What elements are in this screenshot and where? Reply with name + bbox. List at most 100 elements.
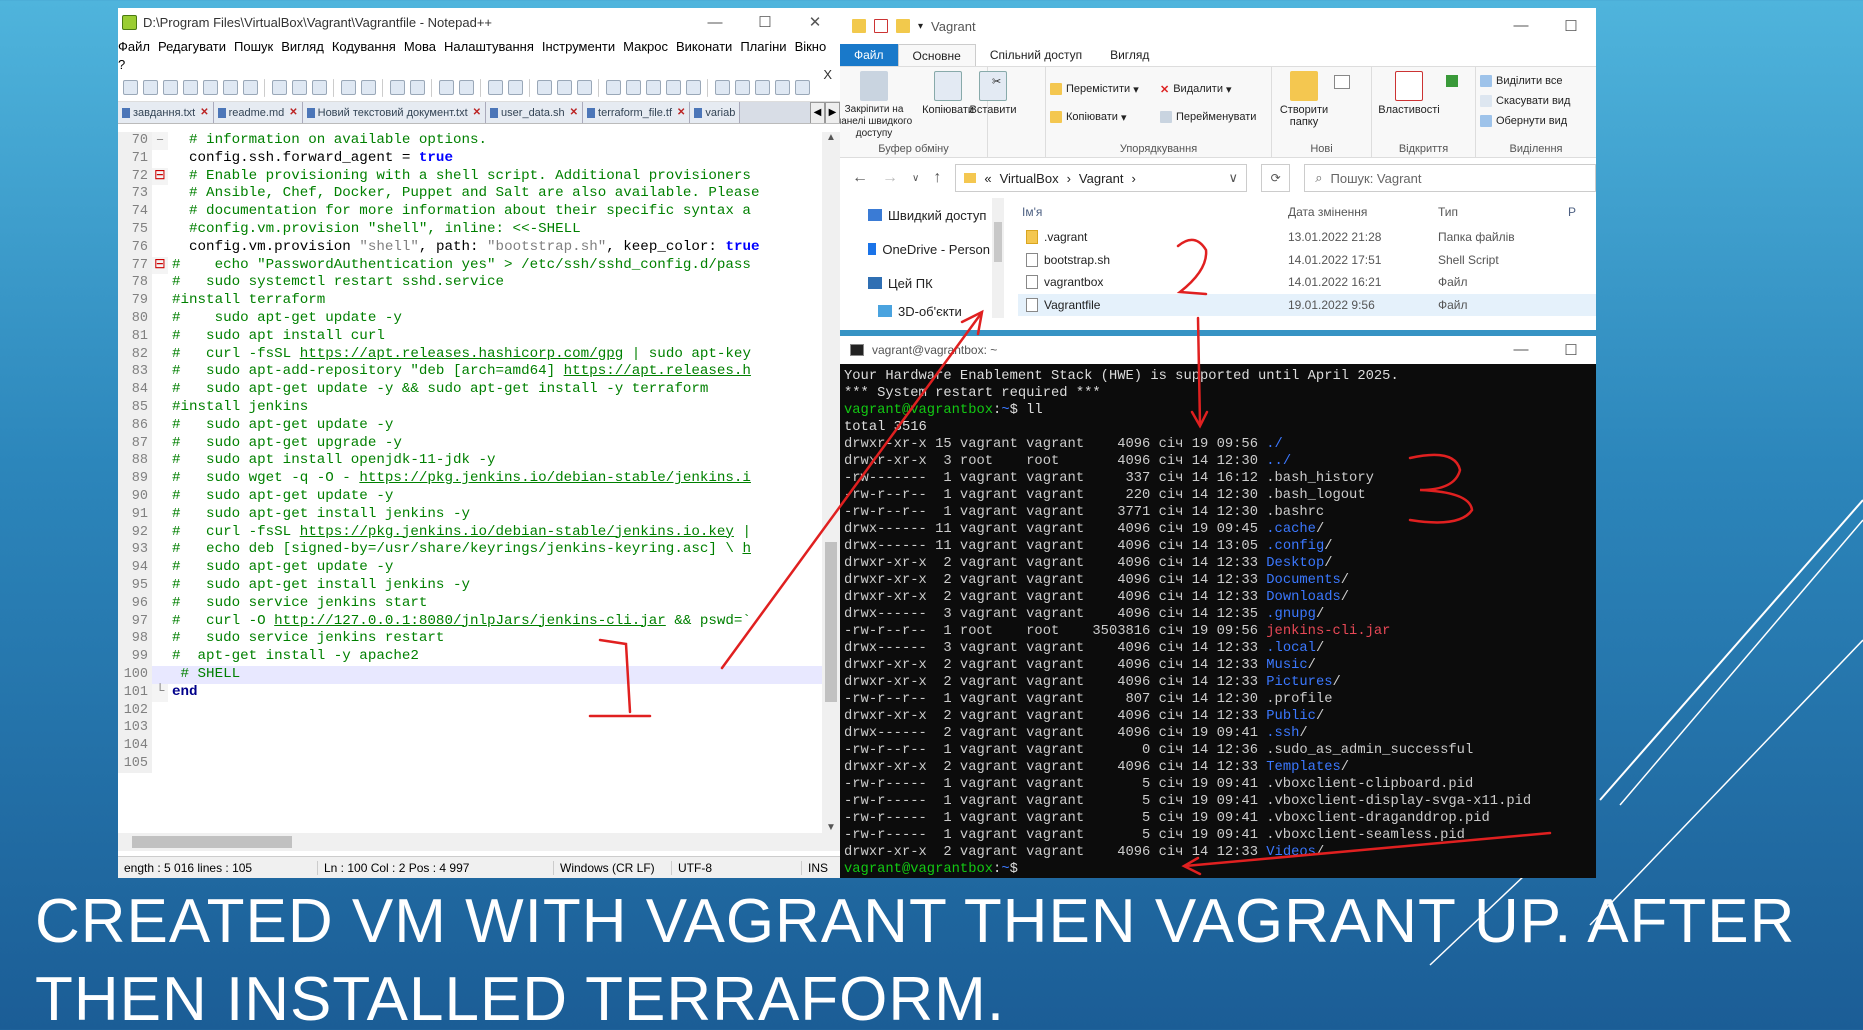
menu-close-button[interactable]: X	[823, 67, 832, 82]
menu-item[interactable]: Вікно	[795, 38, 835, 56]
record-icon[interactable]	[714, 80, 730, 95]
close-all-icon[interactable]	[222, 80, 238, 95]
hscrollbar-thumb[interactable]	[132, 836, 292, 848]
delete-button[interactable]: ✕ Видалити ▾	[1160, 79, 1256, 99]
terminal-maximize-button[interactable]: ☐	[1546, 341, 1596, 359]
find-icon[interactable]	[389, 80, 405, 95]
play-icon[interactable]	[754, 80, 770, 95]
monitor-icon[interactable]	[685, 80, 701, 95]
nav-item[interactable]: Швидкий доступ	[840, 198, 990, 232]
copy-to-button[interactable]: Копіювати ▾	[1050, 107, 1150, 127]
close-icon[interactable]	[202, 80, 218, 95]
zoom-in-icon[interactable]	[438, 80, 454, 95]
invert-selection-button[interactable]: Обернути вид	[1480, 111, 1592, 131]
word-wrap-icon[interactable]	[536, 80, 552, 95]
menu-item[interactable]: Макрос	[623, 38, 676, 56]
column-header[interactable]: Дата змінення	[1288, 205, 1438, 219]
scroll-up-icon[interactable]: ▲	[822, 132, 840, 143]
menu-item[interactable]: Файл	[118, 38, 158, 56]
minimize-button[interactable]: —	[690, 14, 740, 31]
editor-horizontal-scrollbar[interactable]	[118, 833, 840, 851]
fold-marker-icon[interactable]: –	[152, 132, 168, 150]
func-list-icon[interactable]	[645, 80, 661, 95]
breadcrumb-item[interactable]: VirtualBox	[1000, 171, 1059, 186]
tab-file[interactable]: terraform_file.tf ✕	[583, 102, 691, 123]
column-header[interactable]: Р	[1568, 205, 1576, 219]
paste-icon[interactable]	[311, 80, 327, 95]
open-icon[interactable]	[1446, 75, 1458, 87]
print-icon[interactable]	[242, 80, 258, 95]
refresh-button[interactable]: ⟳	[1261, 164, 1291, 192]
pin-quick-access-button[interactable]: Закріпити на панелі швидкого доступу	[840, 71, 912, 140]
menu-item[interactable]: Налаштування	[444, 38, 542, 56]
cut-icon[interactable]: ✂	[992, 71, 1041, 91]
menu-item[interactable]: ?	[118, 56, 133, 74]
tab-scroll-left-icon[interactable]: ◀	[810, 102, 825, 123]
menu-item[interactable]: Плагіни	[740, 38, 794, 56]
tab-file[interactable]: завдання.txt ✕	[118, 102, 214, 123]
fold-marker-icon[interactable]: ⊟	[152, 256, 168, 275]
terminal-output[interactable]: Your Hardware Enablement Stack (HWE) is …	[840, 364, 1596, 878]
column-header[interactable]: Ім'я	[1018, 205, 1288, 219]
copy-button[interactable]: Копіювати	[922, 71, 974, 116]
undo-icon[interactable]	[340, 80, 356, 95]
ribbon-tab[interactable]: Файл	[840, 44, 898, 66]
explorer-maximize-button[interactable]: ☐	[1546, 17, 1596, 35]
ribbon-tab[interactable]: Основне	[897, 44, 976, 66]
udl-icon[interactable]	[605, 80, 621, 95]
recent-dropdown-icon[interactable]: ∨	[912, 173, 919, 184]
search-box[interactable]: ⌕ Пошук: Vagrant	[1304, 164, 1596, 192]
qa-dropdown-icon[interactable]: ▾	[918, 21, 923, 32]
open-file-icon[interactable]	[142, 80, 158, 95]
editor-vertical-scrollbar[interactable]: ▲ ▼	[822, 132, 840, 833]
tab-file[interactable]: readme.md ✕	[213, 102, 303, 123]
menu-item[interactable]: Інструменти	[542, 38, 623, 56]
menu-item[interactable]: Вигляд	[281, 38, 332, 56]
nav-pane-scrollbar[interactable]	[992, 198, 1004, 318]
column-header[interactable]: Тип	[1438, 205, 1568, 219]
new-item-icon[interactable]	[1334, 75, 1350, 89]
save-icon[interactable]	[162, 80, 178, 95]
code-editor[interactable]: 70– # information on available options. 7…	[118, 132, 822, 833]
back-arrow-icon[interactable]: ←	[852, 169, 868, 187]
new-file-icon[interactable]	[122, 80, 138, 95]
scroll-down-icon[interactable]: ▼	[822, 822, 840, 833]
new-folder-icon[interactable]	[896, 19, 910, 33]
nav-item[interactable]: Цей ПК	[840, 266, 990, 300]
all-chars-icon[interactable]	[556, 80, 572, 95]
properties-button[interactable]: Властивості	[1376, 71, 1442, 116]
scrollbar-thumb[interactable]	[825, 542, 837, 702]
replace-icon[interactable]	[409, 80, 425, 95]
breadcrumb-separator[interactable]: ›	[1067, 171, 1071, 186]
redo-icon[interactable]	[360, 80, 376, 95]
ribbon-tab[interactable]: Вигляд	[1096, 44, 1163, 66]
address-dropdown-icon[interactable]: ∨	[1229, 170, 1239, 186]
rename-button[interactable]: Перейменувати	[1160, 107, 1260, 127]
nav-item[interactable]: 3D-об'єкти	[840, 300, 990, 322]
file-row[interactable]: Vagrantfile 19.01.2022 9:56 Файл	[1018, 293, 1596, 316]
address-bar[interactable]: « VirtualBox › Vagrant › ∨	[955, 164, 1248, 192]
tab-file[interactable]: variab	[690, 102, 741, 123]
explorer-minimize-button[interactable]: —	[1496, 17, 1546, 35]
tab-close-icon[interactable]: ✕	[473, 107, 481, 118]
tab-file[interactable]: Новий текстовий документ.txt ✕	[302, 102, 487, 123]
nav-item[interactable]: OneDrive - Person	[840, 232, 990, 266]
breadcrumb-separator[interactable]: «	[984, 171, 991, 186]
cut-icon[interactable]	[271, 80, 287, 95]
save-macro-icon[interactable]	[794, 80, 810, 95]
sync-h-icon[interactable]	[507, 80, 523, 95]
breadcrumb-item[interactable]: Vagrant	[1079, 171, 1124, 186]
file-row[interactable]: .vagrant 13.01.2022 21:28 Папка файлів	[1018, 226, 1596, 249]
new-folder-button[interactable]: Створити папку	[1276, 71, 1332, 128]
tab-file[interactable]: user_data.sh ✕	[486, 102, 584, 123]
menu-item[interactable]: Пошук	[234, 38, 281, 56]
folder-ws-icon[interactable]	[665, 80, 681, 95]
file-row[interactable]: bootstrap.sh 14.01.2022 17:51 Shell Script	[1018, 249, 1596, 272]
copy-icon[interactable]	[291, 80, 307, 95]
tab-scroll-right-icon[interactable]: ▶	[825, 102, 840, 123]
menu-item[interactable]: Мова	[404, 38, 444, 56]
tab-close-icon[interactable]: ✕	[677, 107, 685, 118]
stop-icon[interactable]	[734, 80, 750, 95]
fold-marker-icon[interactable]: ⊟	[152, 167, 168, 186]
terminal-minimize-button[interactable]: —	[1496, 341, 1546, 359]
